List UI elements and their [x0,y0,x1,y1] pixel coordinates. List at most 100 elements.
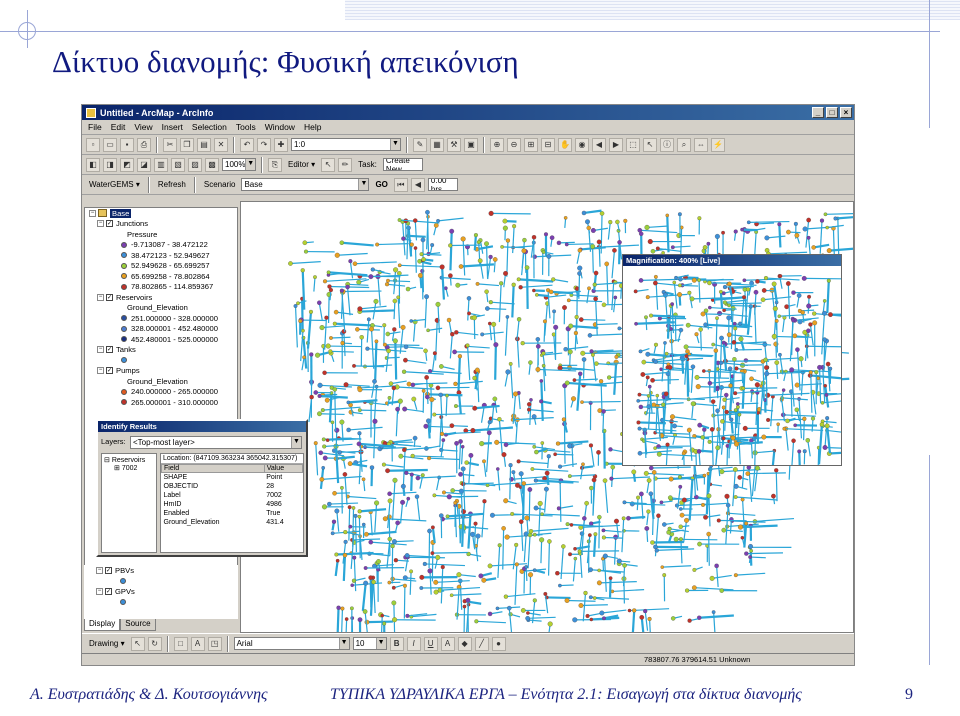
find-icon[interactable]: ⌕ [677,137,691,152]
fixed-zoom-out-icon[interactable]: ⊟ [541,137,555,152]
menu-selection[interactable]: Selection [192,122,227,132]
tree-child[interactable]: ⊞ 7002 [104,464,154,472]
edit-tool-icon[interactable]: ↖ [321,157,336,172]
layer-tool-icon[interactable]: ◪ [137,157,151,172]
print-icon[interactable]: ⎙ [137,137,151,152]
collapse-icon[interactable]: − [96,587,103,595]
attribute-row[interactable]: SHAPE Point [162,473,303,482]
layer-checkbox[interactable]: ✓ [105,587,112,595]
toc-layer[interactable]: − ✓ Pumps [85,366,237,377]
scenario-combo[interactable]: Base ▼ [241,178,370,191]
save-icon[interactable]: ▪ [120,137,134,152]
rewind-icon[interactable]: ⏮ [393,177,408,192]
identify-results-dialog[interactable]: Identify Results Layers: <Top-most layer… [96,419,308,557]
close-button[interactable]: × [840,107,852,118]
attribute-row[interactable]: HmID 4986 [162,500,303,509]
minimize-button[interactable]: _ [812,107,824,118]
layer-checkbox[interactable]: ✓ [106,220,113,228]
redo-icon[interactable]: ↷ [257,137,271,152]
menu-window[interactable]: Window [265,122,295,132]
layer-tool-icon[interactable]: ◩ [120,157,134,172]
step-back-icon[interactable]: ◀ [410,177,425,192]
layer-checkbox[interactable]: ✓ [106,293,113,301]
layer-checkbox[interactable]: ✓ [105,566,112,574]
italic-icon[interactable]: I [406,636,421,651]
undo-icon[interactable]: ↶ [240,137,254,152]
zoom-in-icon[interactable]: ⊕ [490,137,504,152]
rotate-icon[interactable]: ↻ [147,636,162,651]
arctoolbox-icon[interactable]: ⚒ [447,137,461,152]
select-elements-icon[interactable]: ↖ [130,636,145,651]
attribute-row[interactable]: OBJECTID 28 [162,482,303,491]
scenario-button[interactable]: Scenario [201,180,239,189]
layer-tool-icon[interactable]: ▧ [171,157,185,172]
font-size-combo[interactable]: 10 ▼ [352,637,387,650]
menu-tools[interactable]: Tools [236,122,256,132]
copy-icon[interactable]: ❐ [180,137,194,152]
toc-icon[interactable]: ▦ [430,137,444,152]
underline-icon[interactable]: U [423,636,438,651]
back-extent-icon[interactable]: ◀ [592,137,606,152]
toc-layer[interactable]: − ✓ GPVs [84,586,238,597]
font-combo[interactable]: Arial ▼ [233,637,350,650]
toc-layer[interactable]: − ✓ Reservoirs [85,292,237,303]
select-features-icon[interactable]: ⬚ [626,137,640,152]
collapse-icon[interactable]: − [96,566,103,574]
layers-combo[interactable]: <Top-most layer> ▼ [130,436,302,449]
identify-icon[interactable]: ⓘ [660,137,674,152]
layer-checkbox[interactable]: ✓ [106,346,113,354]
pan-icon[interactable]: ✋ [558,137,572,152]
layer-tool-icon[interactable]: ◨ [103,157,117,172]
go-button[interactable]: GO [372,180,390,189]
collapse-icon[interactable]: − [89,209,96,217]
scale-combo[interactable]: 1:0 ▼ [291,138,401,151]
layer-tool-icon[interactable]: ▩ [205,157,219,172]
sketch-tool-icon[interactable]: ✏ [338,157,353,172]
bold-icon[interactable]: B [389,636,404,651]
measure-icon[interactable]: ⇔ [694,137,708,152]
collapse-icon[interactable]: − [97,367,104,375]
add-data-icon[interactable]: ✚ [274,137,288,152]
forward-extent-icon[interactable]: ▶ [609,137,623,152]
fill-color-icon[interactable]: ◆ [457,636,472,651]
hyperlink-icon[interactable]: ⚡ [711,137,725,152]
column-header-value[interactable]: Value [263,464,304,473]
magnifier-window[interactable]: Magnification: 400% [Live] [622,254,853,483]
time-combo[interactable]: 0.00 hrs [427,178,458,191]
open-icon[interactable]: ▭ [103,137,117,152]
maximize-button[interactable]: □ [826,107,838,118]
print-preview-icon[interactable]: ⎘ [268,157,282,172]
menu-edit[interactable]: Edit [111,122,126,132]
column-header-field[interactable]: Field [161,464,265,473]
editor-menu[interactable]: Editor ▾ [285,160,318,169]
line-color-icon[interactable]: ╱ [474,636,489,651]
collapse-icon[interactable]: − [97,293,104,301]
tree-root[interactable]: ⊟ Reservoirs [104,456,154,464]
select-elements-icon[interactable]: ↖ [643,137,657,152]
attribute-row[interactable]: Label 7002 [162,491,303,500]
fixed-zoom-in-icon[interactable]: ⊞ [524,137,538,152]
delete-icon[interactable]: ✕ [214,137,228,152]
full-extent-icon[interactable]: ◉ [575,137,589,152]
refresh-button[interactable]: Refresh [155,180,189,189]
watergems-menu[interactable]: WaterGEMS ▾ [86,180,143,189]
toc-layer[interactable]: − ✓ PBVs [84,565,238,576]
tab-source[interactable]: Source [120,619,156,631]
toc-layer[interactable]: − ✓ Tanks [85,345,237,356]
editor-toolbar-icon[interactable]: ✎ [413,137,427,152]
tab-display[interactable]: Display [84,619,121,631]
command-line-icon[interactable]: ▣ [464,137,478,152]
menu-view[interactable]: View [134,122,152,132]
cut-icon[interactable]: ✂ [163,137,177,152]
collapse-icon[interactable]: − [97,220,104,228]
paste-icon[interactable]: ▤ [197,137,211,152]
zoom-out-icon[interactable]: ⊖ [507,137,521,152]
font-color-icon[interactable]: A [440,636,455,651]
collapse-icon[interactable]: − [97,346,104,354]
layer-tool-icon[interactable]: ▥ [154,157,168,172]
toc-root[interactable]: − Base [85,208,237,219]
layer-tool-icon[interactable]: ◧ [86,157,100,172]
new-document-icon[interactable]: ▫ [86,137,100,152]
map-view[interactable]: Magnification: 400% [Live] [240,201,854,633]
menu-help[interactable]: Help [304,122,321,132]
